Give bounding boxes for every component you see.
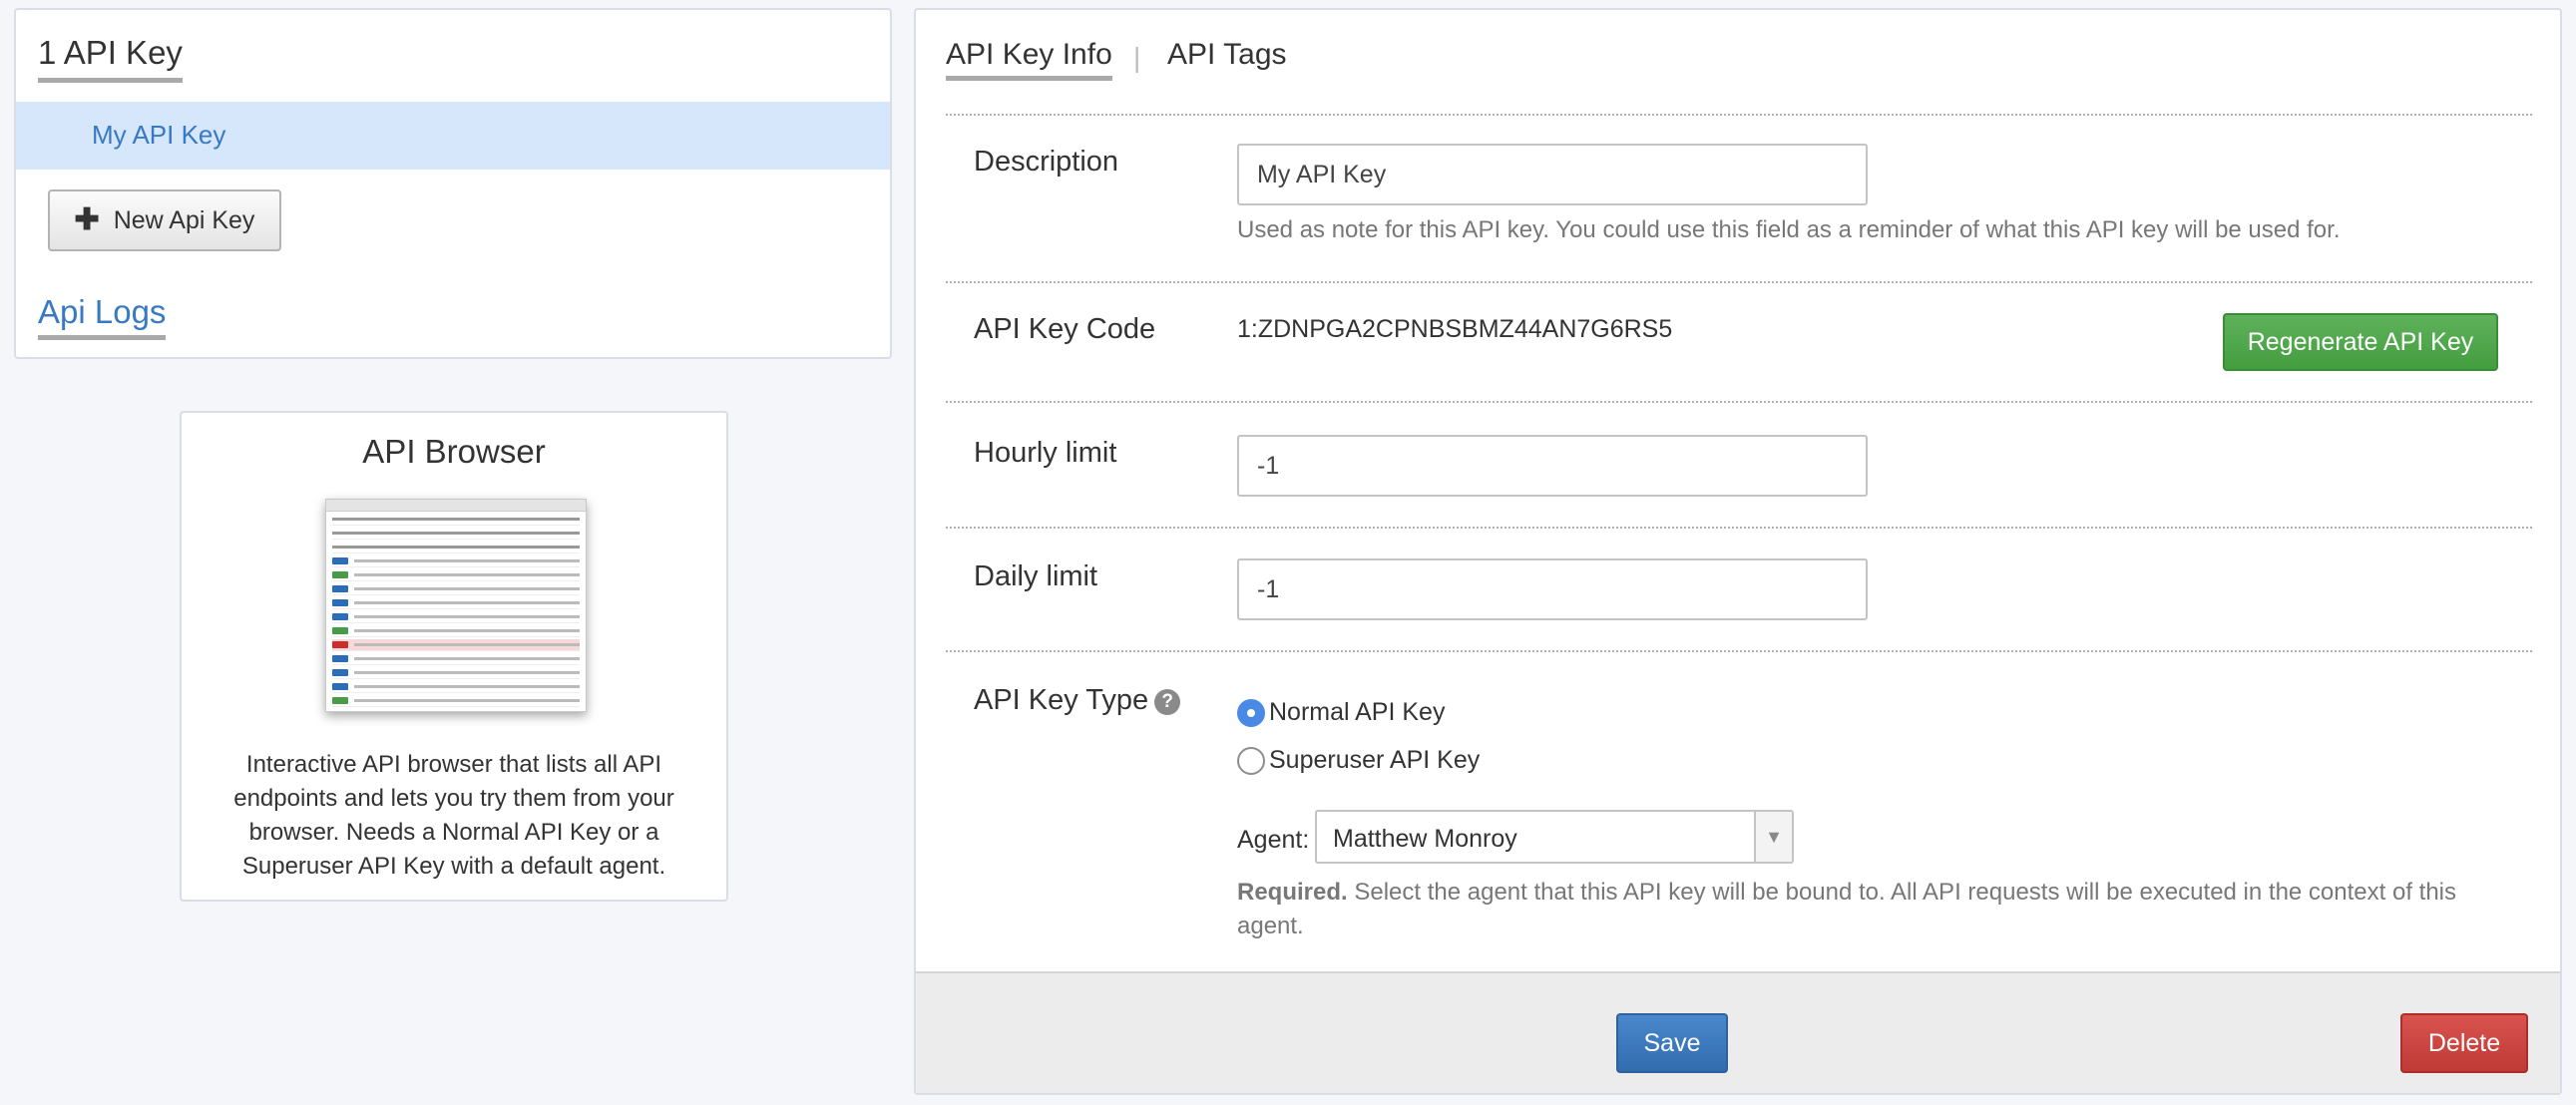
description-input[interactable] [1237,144,1868,205]
new-api-key-button-label: New Api Key [113,205,255,234]
api-browser-title: API Browser [362,433,546,470]
thumbnail-row [332,555,580,567]
required-text: Select the agent that this API key will … [1237,879,2457,939]
superuser-api-key-label: Superuser API Key [1269,746,1481,774]
api-browser-screenshot-thumbnail[interactable] [325,499,587,712]
agent-select[interactable]: Matthew Monroy ▼ [1315,810,1794,864]
api-browser-card[interactable]: API Browser Interactive API browser that… [180,411,728,902]
row-divider [946,401,2532,403]
thumbnail-row [332,583,580,595]
thumbnail-row [332,542,580,553]
api-browser-description: Interactive API browser that lists all A… [233,751,674,880]
hourly-limit-label: Hourly limit [974,437,1117,469]
thumbnail-window-bar [326,500,586,512]
hourly-limit-input[interactable] [1237,435,1868,497]
api-key-list-item-label: My API Key [92,120,226,150]
thumbnail-row [332,653,580,665]
agent-label: Agent: [1237,826,1310,854]
thumbnail-row [332,639,580,651]
api-key-list-item[interactable]: My API Key [16,102,890,170]
agent-select-value: Matthew Monroy [1333,825,1517,853]
new-api-key-button[interactable]: ✚ New Api Key [48,189,281,251]
thumbnail-row [332,569,580,581]
chevron-down-icon[interactable]: ▼ [1754,812,1792,862]
thumbnail-row [332,528,580,540]
tab-api-key-info[interactable]: API Key Info [946,38,1112,81]
row-divider [946,281,2532,283]
normal-api-key-option[interactable]: Normal API Key [1237,698,1445,727]
thumbnail-row [332,695,580,707]
agent-required-note: Required. Select the agent that this API… [1237,876,2494,943]
api-key-type-label: API Key Type? [974,684,1181,717]
regenerate-api-key-button[interactable]: Regenerate API Key [2223,313,2498,371]
thumbnail-row [332,625,580,637]
api-key-count-title: 1 API Key [38,34,183,83]
thumbnail-row [332,681,580,693]
thumbnail-row [332,611,580,623]
tab-separator: | [1133,42,1141,73]
api-key-list-panel: 1 API Key My API Key ✚ New Api Key Api L… [14,8,892,359]
api-key-type-label-text: API Key Type [974,684,1149,716]
normal-api-key-label: Normal API Key [1269,698,1446,726]
daily-limit-label: Daily limit [974,560,1098,592]
api-key-detail-panel: API Key Info | API Tags Description Used… [914,8,2562,1095]
normal-api-key-radio[interactable] [1237,698,1265,727]
tab-api-tags[interactable]: API Tags [1167,38,1287,76]
thumbnail-row [332,667,580,679]
superuser-api-key-option[interactable]: Superuser API Key [1237,746,1480,775]
daily-limit-input[interactable] [1237,558,1868,620]
thumbnail-row [332,514,580,526]
description-help-text: Used as note for this API key. You could… [1237,216,2341,243]
form-footer: Save Delete [916,971,2560,1093]
row-divider [946,527,2532,529]
plus-icon: ✚ [74,203,100,236]
api-key-code-label: API Key Code [974,313,1156,345]
required-strong: Required. [1237,879,1348,906]
api-key-code-value: 1:ZDNPGA2CPNBSBMZ44AN7G6RS5 [1237,315,1673,343]
delete-button[interactable]: Delete [2400,1013,2528,1073]
save-button[interactable]: Save [1616,1013,1728,1073]
question-circle-icon[interactable]: ? [1154,689,1181,715]
description-label: Description [974,146,1119,178]
thumbnail-row [332,597,580,609]
row-divider [946,114,2532,116]
api-logs-link[interactable]: Api Logs [38,293,167,340]
superuser-api-key-radio[interactable] [1237,746,1265,775]
row-divider [946,650,2532,652]
